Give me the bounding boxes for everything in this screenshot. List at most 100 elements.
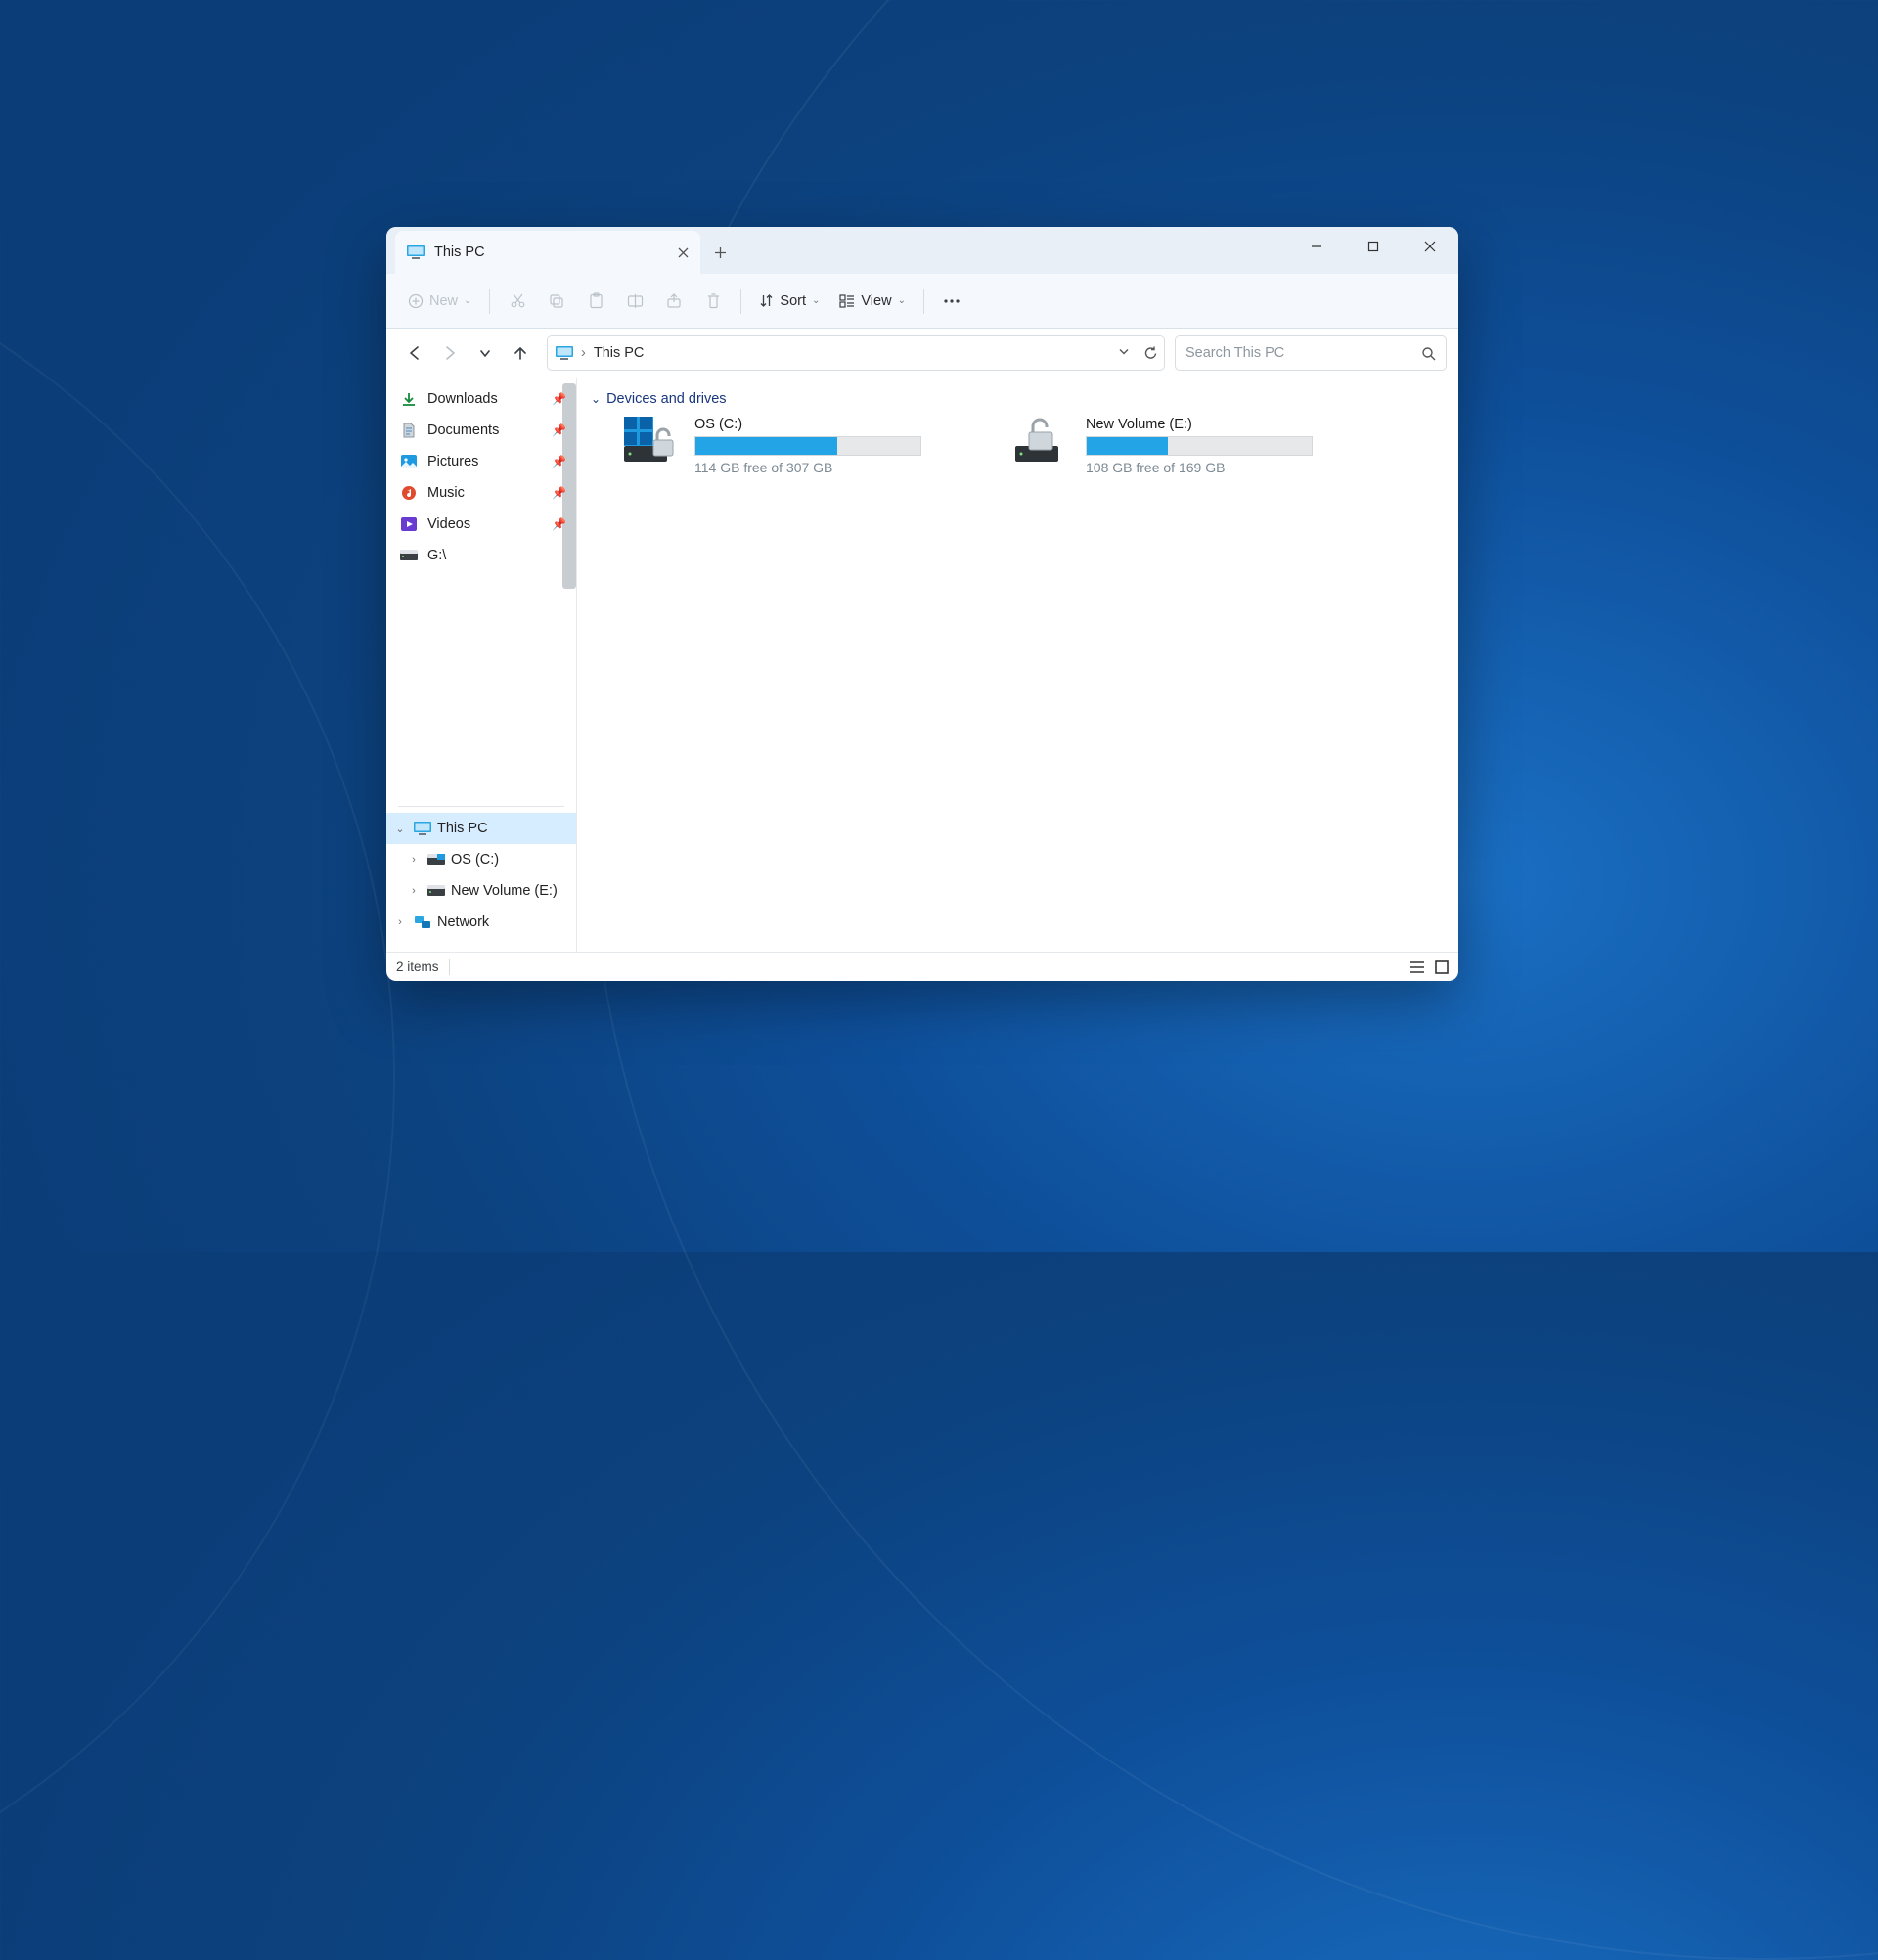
sidebar-item-pictures[interactable]: Pictures 📌 bbox=[400, 446, 576, 477]
pin-icon: 📌 bbox=[552, 455, 566, 468]
delete-button[interactable] bbox=[695, 284, 731, 319]
drive-item-os-c[interactable]: OS (C:) 114 GB free of 307 GB bbox=[624, 417, 957, 475]
sidebar-item-documents[interactable]: Documents 📌 bbox=[400, 415, 576, 446]
new-label: New bbox=[429, 293, 458, 309]
sidebar-item-label: Music bbox=[427, 485, 465, 501]
drive-free-text: 108 GB free of 169 GB bbox=[1086, 460, 1313, 475]
paste-icon bbox=[589, 292, 604, 309]
copy-button[interactable] bbox=[539, 284, 574, 319]
document-icon bbox=[400, 422, 418, 439]
pin-icon: 📌 bbox=[552, 486, 566, 500]
rename-button[interactable] bbox=[617, 284, 652, 319]
window-controls bbox=[1288, 227, 1458, 266]
this-pc-icon bbox=[414, 820, 431, 837]
trash-icon bbox=[706, 292, 721, 309]
videos-icon bbox=[400, 515, 418, 533]
close-button[interactable] bbox=[1402, 227, 1458, 266]
sidebar-item-videos[interactable]: Videos 📌 bbox=[400, 509, 576, 540]
drive-bitlocker-icon bbox=[1015, 417, 1072, 466]
group-header-devices[interactable]: ⌄ Devices and drives bbox=[591, 391, 1441, 407]
music-icon bbox=[400, 484, 418, 502]
tree-item-network[interactable]: › Network bbox=[386, 907, 576, 938]
pin-icon: 📌 bbox=[552, 392, 566, 406]
chevron-right-icon[interactable]: › bbox=[406, 854, 422, 866]
search-input[interactable] bbox=[1185, 345, 1421, 361]
chevron-right-icon[interactable]: › bbox=[392, 916, 408, 928]
sidebar-item-label: Documents bbox=[427, 423, 499, 438]
sidebar-item-label: Pictures bbox=[427, 454, 478, 469]
view-label: View bbox=[861, 293, 891, 309]
refresh-button[interactable] bbox=[1143, 346, 1158, 361]
this-pc-icon bbox=[407, 244, 425, 261]
sidebar-item-label: Downloads bbox=[427, 391, 498, 407]
tiles-view-button[interactable] bbox=[1435, 960, 1449, 974]
breadcrumb-separator: › bbox=[581, 345, 586, 361]
forward-button[interactable] bbox=[433, 336, 467, 370]
sidebar-item-music[interactable]: Music 📌 bbox=[400, 477, 576, 509]
drive-name: OS (C:) bbox=[694, 417, 921, 432]
sidebar-item-label: Videos bbox=[427, 516, 470, 532]
paste-button[interactable] bbox=[578, 284, 613, 319]
details-view-button[interactable] bbox=[1409, 960, 1425, 974]
sidebar: Downloads 📌 Documents 📌 Pictures 📌 Music bbox=[386, 378, 577, 952]
sidebar-item-label: G:\ bbox=[427, 548, 446, 563]
minimize-button[interactable] bbox=[1288, 227, 1345, 266]
tree-item-vol-e[interactable]: › New Volume (E:) bbox=[386, 875, 576, 907]
download-icon bbox=[400, 390, 418, 408]
drive-name: New Volume (E:) bbox=[1086, 417, 1313, 432]
sort-button[interactable]: Sort ⌄ bbox=[751, 284, 827, 319]
toolbar: New ⌄ Sort ⌄ View ⌄ bbox=[386, 274, 1458, 329]
sidebar-item-g-drive[interactable]: G:\ bbox=[400, 540, 576, 571]
this-pc-icon bbox=[556, 344, 573, 362]
up-button[interactable] bbox=[504, 336, 537, 370]
titlebar: This PC bbox=[386, 227, 1458, 274]
drive-item-vol-e[interactable]: New Volume (E:) 108 GB free of 169 GB bbox=[1015, 417, 1348, 475]
chevron-down-icon: ⌄ bbox=[591, 392, 601, 406]
tree-item-this-pc[interactable]: ⌄ This PC bbox=[386, 813, 576, 844]
plus-circle-icon bbox=[408, 293, 424, 309]
more-button[interactable] bbox=[934, 284, 969, 319]
drive-free-text: 114 GB free of 307 GB bbox=[694, 460, 921, 475]
separator bbox=[923, 289, 924, 314]
view-button[interactable]: View ⌄ bbox=[831, 284, 914, 319]
address-dropdown-button[interactable] bbox=[1118, 346, 1130, 361]
tab-this-pc[interactable]: This PC bbox=[395, 231, 700, 274]
copy-icon bbox=[549, 293, 564, 309]
chevron-down-icon: ⌄ bbox=[812, 295, 820, 306]
tree-item-os-c[interactable]: › OS (C:) bbox=[386, 844, 576, 875]
tree-item-label: This PC bbox=[437, 821, 488, 836]
chevron-down-icon: ⌄ bbox=[898, 295, 906, 306]
group-header-label: Devices and drives bbox=[606, 391, 727, 407]
recent-button[interactable] bbox=[469, 336, 502, 370]
content-pane: ⌄ Devices and drives bbox=[577, 378, 1458, 952]
tree-item-label: Network bbox=[437, 914, 489, 930]
nav-row: › This PC bbox=[386, 329, 1458, 378]
maximize-button[interactable] bbox=[1345, 227, 1402, 266]
search-box[interactable] bbox=[1175, 335, 1447, 371]
address-bar[interactable]: › This PC bbox=[547, 335, 1165, 371]
new-tab-button[interactable] bbox=[700, 231, 739, 274]
cut-icon bbox=[510, 292, 526, 309]
status-bar: 2 items bbox=[386, 952, 1458, 981]
chevron-down-icon: ⌄ bbox=[464, 295, 471, 306]
sidebar-item-downloads[interactable]: Downloads 📌 bbox=[400, 383, 576, 415]
new-button[interactable]: New ⌄ bbox=[400, 284, 479, 319]
tree-item-label: New Volume (E:) bbox=[451, 883, 558, 899]
status-item-count: 2 items bbox=[396, 959, 439, 974]
pin-icon: 📌 bbox=[552, 517, 566, 531]
sort-label: Sort bbox=[780, 293, 806, 309]
pictures-icon bbox=[400, 453, 418, 470]
drive-usage-bar bbox=[694, 436, 921, 456]
chevron-right-icon[interactable]: › bbox=[406, 885, 422, 897]
drive-icon bbox=[427, 882, 445, 900]
share-button[interactable] bbox=[656, 284, 692, 319]
drive-icon bbox=[427, 851, 445, 869]
rename-icon bbox=[627, 293, 644, 309]
drive-bitlocker-icon bbox=[624, 417, 681, 466]
cut-button[interactable] bbox=[500, 284, 535, 319]
tab-close-button[interactable] bbox=[675, 245, 691, 260]
chevron-down-icon[interactable]: ⌄ bbox=[392, 823, 408, 835]
back-button[interactable] bbox=[398, 336, 431, 370]
breadcrumb-location[interactable]: This PC bbox=[594, 345, 645, 361]
sort-icon bbox=[759, 293, 774, 308]
